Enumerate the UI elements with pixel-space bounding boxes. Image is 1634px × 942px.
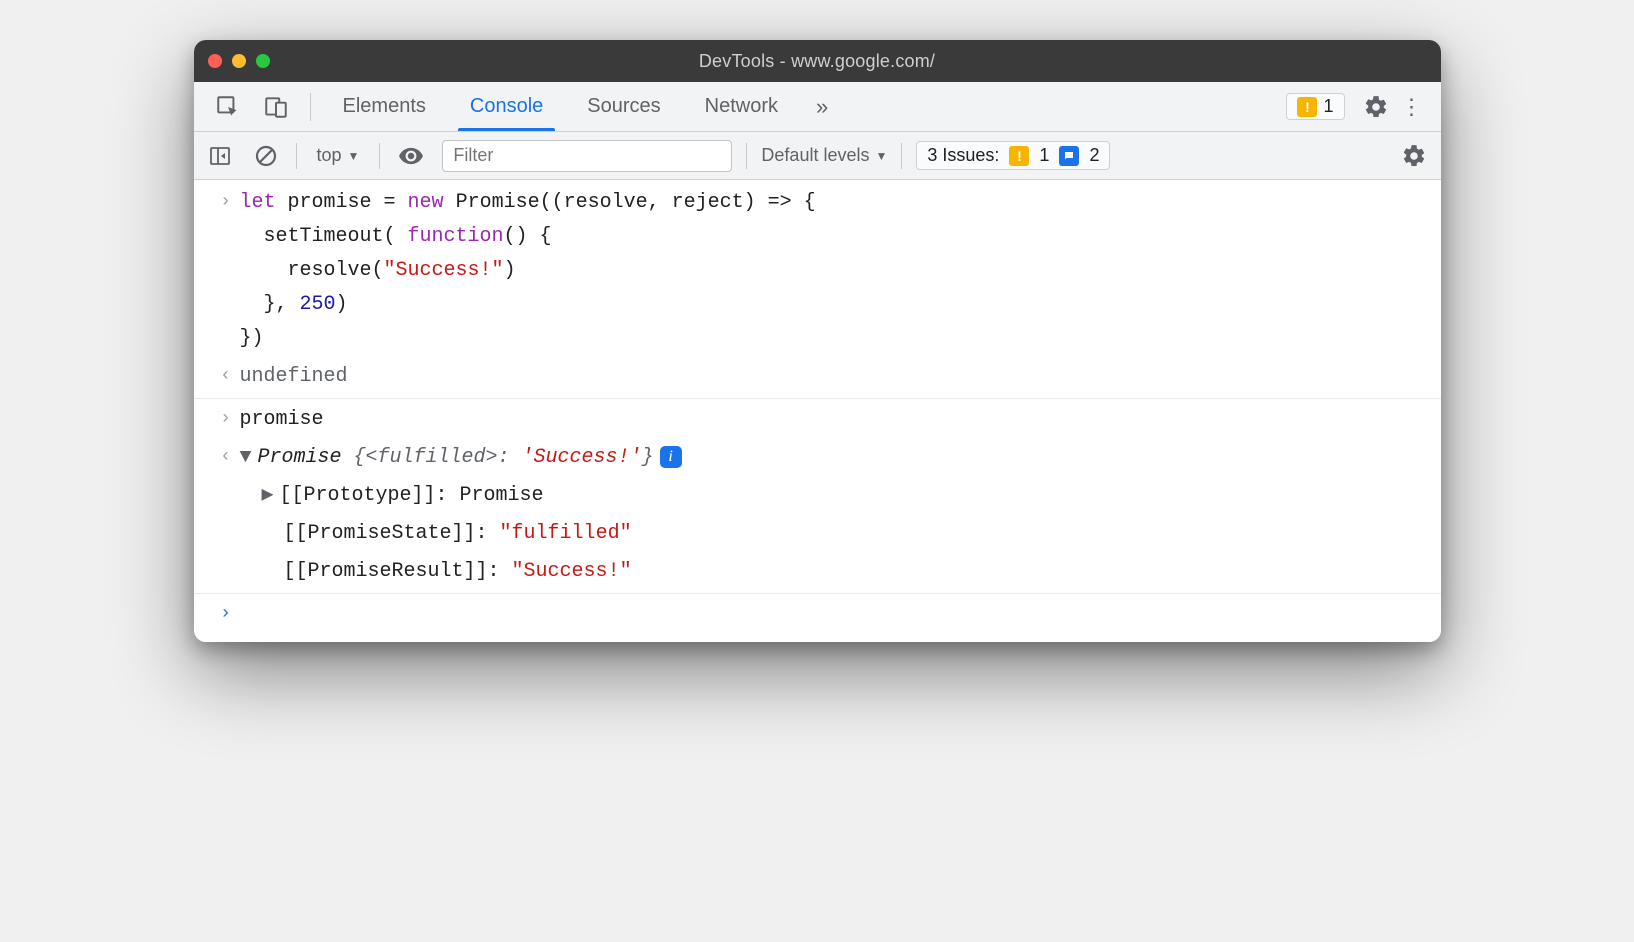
panel-tabs: Elements Console Sources Network	[321, 82, 801, 131]
collapse-triangle-icon[interactable]: ▶	[262, 479, 280, 513]
window-title: DevTools - www.google.com/	[194, 51, 1441, 72]
console-result-row[interactable]: ‹ ▼Promise {<fulfilled>: 'Success!'}i	[194, 439, 1441, 477]
issues-badge[interactable]: 3 Issues: ! 1 2	[916, 141, 1110, 170]
object-property-row: [[PromiseResult]]: "Success!"	[194, 553, 1441, 591]
devtools-window: DevTools - www.google.com/ Elements Cons…	[194, 40, 1441, 642]
console-settings-icon[interactable]	[1397, 139, 1431, 173]
console-result-row: ‹ undefined	[194, 358, 1441, 396]
result-value: undefined	[240, 360, 1423, 394]
tab-label: Sources	[587, 95, 660, 118]
tab-label: Network	[705, 95, 778, 118]
divider	[296, 143, 297, 169]
more-glyph: »	[816, 94, 828, 119]
info-icon[interactable]: i	[660, 446, 682, 468]
divider	[901, 143, 902, 169]
output-caret-icon: ‹	[212, 441, 240, 473]
divider	[746, 143, 747, 169]
warning-icon: !	[1297, 97, 1317, 117]
input-caret-icon: ›	[212, 403, 240, 435]
device-toolbar-icon[interactable]	[260, 91, 292, 123]
console-body[interactable]: › let promise = new Promise((resolve, re…	[194, 180, 1441, 642]
console-toolbar: top ▼ Default levels ▼ 3 Issues: ! 1 2	[194, 132, 1441, 180]
divider	[310, 93, 311, 121]
execution-context-selector[interactable]: top ▼	[311, 145, 366, 166]
object-preview[interactable]: ▼Promise {<fulfilled>: 'Success!'}i	[240, 441, 1423, 475]
code-line: promise	[240, 403, 1423, 437]
inspect-element-icon[interactable]	[212, 91, 244, 123]
object-property-row[interactable]: ▶[[Prototype]]: Promise	[194, 477, 1441, 515]
panel-tabs-bar: Elements Console Sources Network » ! 1 ⋮	[194, 82, 1441, 132]
console-input-row: › let promise = new Promise((resolve, re…	[194, 184, 1441, 358]
titlebar: DevTools - www.google.com/	[194, 40, 1441, 82]
tab-label: Elements	[343, 95, 426, 118]
info-icon	[1059, 146, 1079, 166]
object-property[interactable]: ▶[[Prototype]]: Promise	[240, 479, 1423, 513]
tab-network[interactable]: Network	[683, 82, 800, 131]
input-caret-icon: ›	[212, 598, 240, 630]
header-warning-count: 1	[1323, 96, 1333, 117]
live-expression-icon[interactable]	[394, 139, 428, 173]
object-property-row: [[PromiseState]]: "fulfilled"	[194, 515, 1441, 553]
issues-label: 3 Issues:	[927, 145, 999, 166]
output-caret-icon: ‹	[212, 360, 240, 392]
console-input[interactable]	[240, 598, 1423, 632]
input-caret-icon: ›	[212, 186, 240, 218]
header-warnings-badge[interactable]: ! 1	[1286, 93, 1344, 120]
toggle-sidebar-icon[interactable]	[204, 140, 236, 172]
tab-elements[interactable]: Elements	[321, 82, 448, 131]
issues-warn-count: 1	[1039, 145, 1049, 166]
object-property: [[PromiseResult]]: "Success!"	[240, 555, 1423, 589]
row-divider	[194, 398, 1441, 399]
row-divider	[194, 593, 1441, 594]
dropdown-triangle-icon: ▼	[348, 149, 360, 163]
code-line: let promise = new Promise((resolve, reje…	[240, 186, 1423, 356]
log-levels-selector[interactable]: Default levels ▼	[761, 145, 887, 166]
tab-console[interactable]: Console	[448, 82, 565, 131]
kebab-menu-icon[interactable]: ⋮	[1393, 94, 1431, 120]
clear-console-icon[interactable]	[250, 140, 282, 172]
issues-info-count: 2	[1089, 145, 1099, 166]
console-prompt-row[interactable]: ›	[194, 596, 1441, 634]
settings-icon[interactable]	[1359, 90, 1393, 124]
tab-sources[interactable]: Sources	[565, 82, 682, 131]
dropdown-triangle-icon: ▼	[875, 149, 887, 163]
warning-icon: !	[1009, 146, 1029, 166]
console-input-row: › promise	[194, 401, 1441, 439]
context-label: top	[317, 145, 342, 166]
tab-label: Console	[470, 95, 543, 118]
divider	[379, 143, 380, 169]
levels-label: Default levels	[761, 145, 869, 166]
filter-input[interactable]	[442, 140, 732, 172]
object-property: [[PromiseState]]: "fulfilled"	[240, 517, 1423, 551]
more-tabs-button[interactable]: »	[800, 94, 844, 120]
expand-triangle-icon[interactable]: ▼	[240, 441, 258, 475]
